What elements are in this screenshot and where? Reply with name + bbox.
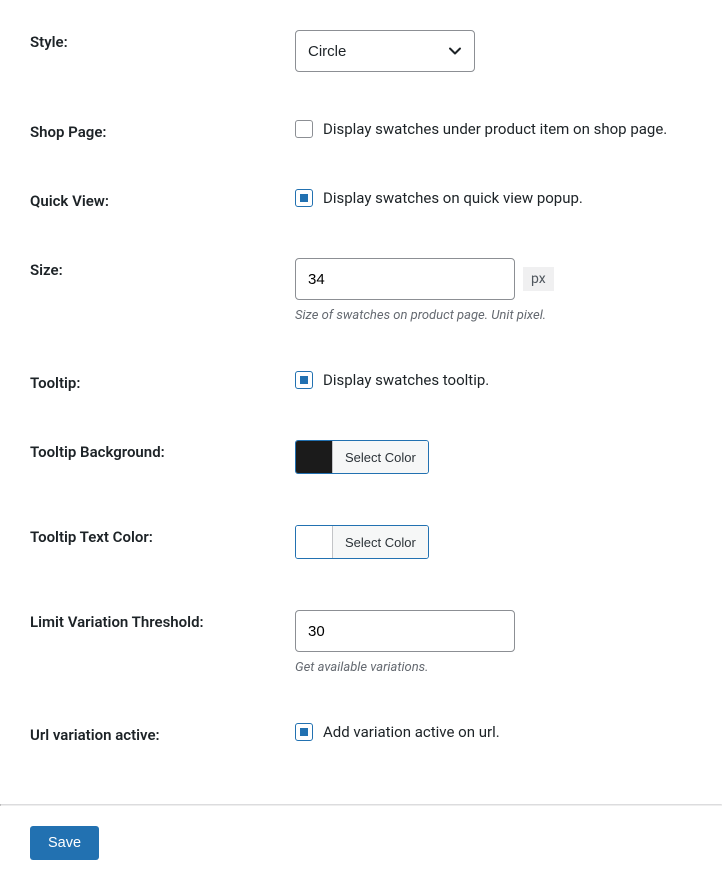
style-label: Style: [30, 30, 295, 51]
limit-threshold-input[interactable] [295, 610, 515, 652]
shop-page-checkbox-label: Display swatches under product item on s… [323, 120, 667, 138]
tooltip-text-label: Tooltip Text Color: [30, 525, 295, 546]
tooltip-field: Display swatches tooltip. [295, 371, 692, 389]
style-select-wrap [295, 30, 475, 72]
tooltip-checkbox-label: Display swatches tooltip. [323, 371, 489, 389]
row-url-variation: Url variation active: Add variation acti… [30, 723, 692, 744]
save-button[interactable]: Save [30, 826, 99, 860]
checkbox-inner-icon [300, 376, 308, 384]
tooltip-label: Tooltip: [30, 371, 295, 392]
shop-page-field: Display swatches under product item on s… [295, 120, 692, 138]
tooltip-bg-label: Tooltip Background: [30, 440, 295, 461]
url-variation-checkbox-row: Add variation active on url. [295, 723, 692, 741]
quick-view-checkbox-row: Display swatches on quick view popup. [295, 189, 692, 207]
size-unit: px [523, 267, 554, 291]
url-variation-checkbox-label: Add variation active on url. [323, 723, 500, 741]
limit-threshold-label: Limit Variation Threshold: [30, 610, 295, 631]
tooltip-checkbox-row: Display swatches tooltip. [295, 371, 692, 389]
style-select[interactable] [295, 30, 475, 72]
tooltip-text-swatch [296, 526, 332, 558]
tooltip-bg-field: Select Color [295, 440, 692, 477]
style-field [295, 30, 692, 72]
tooltip-bg-select-button[interactable]: Select Color [332, 441, 428, 473]
row-quick-view: Quick View: Display swatches on quick vi… [30, 189, 692, 210]
quick-view-checkbox-label: Display swatches on quick view popup. [323, 189, 583, 207]
tooltip-bg-color-picker[interactable]: Select Color [295, 440, 429, 474]
shop-page-label: Shop Page: [30, 120, 295, 141]
shop-page-checkbox-row: Display swatches under product item on s… [295, 120, 692, 138]
checkbox-inner-icon [300, 194, 308, 202]
row-tooltip: Tooltip: Display swatches tooltip. [30, 371, 692, 392]
limit-threshold-field: Get available variations. [295, 610, 692, 675]
row-shop-page: Shop Page: Display swatches under produc… [30, 120, 692, 141]
url-variation-checkbox[interactable] [295, 723, 313, 741]
row-limit-threshold: Limit Variation Threshold: Get available… [30, 610, 692, 675]
limit-threshold-help: Get available variations. [295, 660, 692, 675]
row-size: Size: px Size of swatches on product pag… [30, 258, 692, 323]
tooltip-text-field: Select Color [295, 525, 692, 562]
footer: Save [0, 806, 722, 890]
size-input-group: px [295, 258, 692, 300]
settings-form: Style: Shop Page: Display swatches under… [0, 0, 722, 804]
tooltip-checkbox[interactable] [295, 371, 313, 389]
tooltip-bg-swatch [296, 441, 332, 473]
row-tooltip-text: Tooltip Text Color: Select Color [30, 525, 692, 562]
size-input[interactable] [295, 258, 515, 300]
url-variation-label: Url variation active: [30, 723, 295, 744]
quick-view-checkbox[interactable] [295, 189, 313, 207]
row-style: Style: [30, 30, 692, 72]
quick-view-field: Display swatches on quick view popup. [295, 189, 692, 207]
size-label: Size: [30, 258, 295, 279]
url-variation-field: Add variation active on url. [295, 723, 692, 741]
shop-page-checkbox[interactable] [295, 120, 313, 138]
size-help: Size of swatches on product page. Unit p… [295, 308, 692, 323]
size-field: px Size of swatches on product page. Uni… [295, 258, 692, 323]
tooltip-text-select-button[interactable]: Select Color [332, 526, 428, 558]
row-tooltip-bg: Tooltip Background: Select Color [30, 440, 692, 477]
quick-view-label: Quick View: [30, 189, 295, 210]
checkbox-inner-icon [300, 728, 308, 736]
tooltip-text-color-picker[interactable]: Select Color [295, 525, 429, 559]
